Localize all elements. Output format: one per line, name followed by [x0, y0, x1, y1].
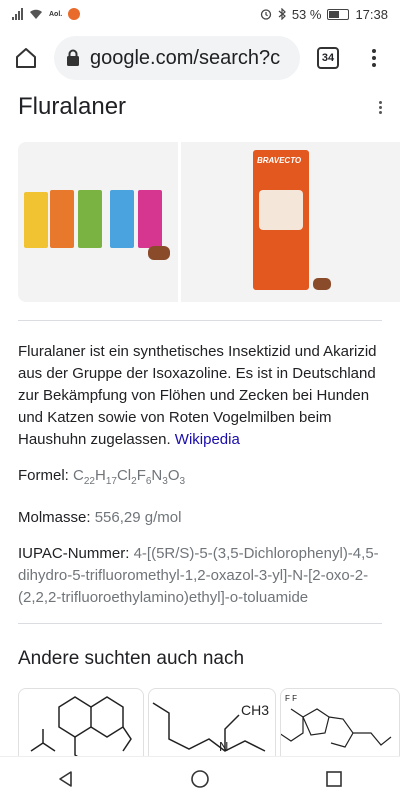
address-bar[interactable]: google.com/search?c — [54, 36, 300, 80]
fact-molmass-value: 556,29 g/mol — [94, 509, 182, 526]
fact-formula-label: Formel: — [18, 467, 69, 484]
tab-count: 34 — [317, 47, 339, 69]
product-box-5 — [138, 190, 162, 248]
product-box-3 — [78, 190, 102, 248]
fact-formula-value: C22H17Cl2F6N3O3 — [73, 467, 186, 487]
ch3-label: CH3 — [241, 702, 269, 718]
battery-icon — [327, 8, 350, 20]
aol-badge: Aol. — [49, 10, 63, 18]
fact-iupac-label: IUPAC-Nummer: — [18, 545, 130, 562]
dog-photo — [259, 190, 303, 230]
status-bar: Aol. 53 % 17:38 — [0, 0, 400, 28]
bravecto-box-image[interactable]: BRAVECTO — [181, 142, 400, 302]
fact-molmass-label: Molmasse: — [18, 509, 91, 526]
svg-text:N: N — [219, 739, 228, 754]
chew-tablet — [148, 246, 170, 260]
alarm-icon — [260, 9, 271, 20]
browser-toolbar: google.com/search?c 34 — [0, 28, 400, 88]
lock-icon — [67, 49, 79, 66]
signal-icon — [12, 8, 23, 20]
clock: 17:38 — [355, 6, 388, 22]
product-box-2 — [50, 190, 74, 248]
more-options-icon[interactable] — [379, 100, 382, 114]
bravecto-product-lineup-image[interactable] — [18, 142, 178, 302]
wifi-icon — [30, 9, 42, 19]
home-nav-icon[interactable] — [190, 769, 210, 789]
panel-title: Fluralaner — [18, 93, 127, 120]
system-nav-bar — [0, 756, 400, 800]
wikipedia-link[interactable]: Wikipedia — [175, 431, 240, 448]
menu-icon — [372, 49, 376, 67]
panel-header: Fluralaner — [0, 88, 400, 122]
fact-iupac: IUPAC-Nummer: 4-[(5R/S)-5-(3,5-Dichlorop… — [0, 543, 400, 609]
fact-formula: Formel: C22H17Cl2F6N3O3 — [0, 465, 400, 493]
fact-molmass: Molmasse: 556,29 g/mol — [0, 507, 400, 529]
browser-menu-button[interactable] — [356, 40, 392, 76]
bravecto-logo-text: BRAVECTO — [257, 156, 302, 165]
bravecto-box: BRAVECTO — [253, 150, 309, 290]
fluorine-labels: F F — [285, 694, 297, 703]
url-text: google.com/search?c — [90, 46, 281, 69]
tab-switcher-button[interactable]: 34 — [310, 40, 346, 76]
back-icon[interactable] — [57, 770, 75, 788]
battery-percent: 53 % — [291, 6, 322, 22]
battery-fill — [329, 10, 339, 18]
product-box-1 — [24, 192, 48, 248]
panel-description: Fluralaner ist ein synthetisches Insekti… — [0, 321, 400, 451]
home-button[interactable] — [8, 40, 44, 76]
bluetooth-icon — [278, 8, 286, 20]
related-section-title: Andere suchten auch nach — [18, 648, 245, 669]
product-box-4 — [110, 190, 134, 248]
image-carousel: BRAVECTO — [0, 142, 400, 302]
home-icon — [16, 48, 36, 68]
chew-tablet — [313, 278, 331, 290]
recents-icon[interactable] — [325, 770, 343, 788]
notification-avatar-icon — [68, 8, 81, 20]
